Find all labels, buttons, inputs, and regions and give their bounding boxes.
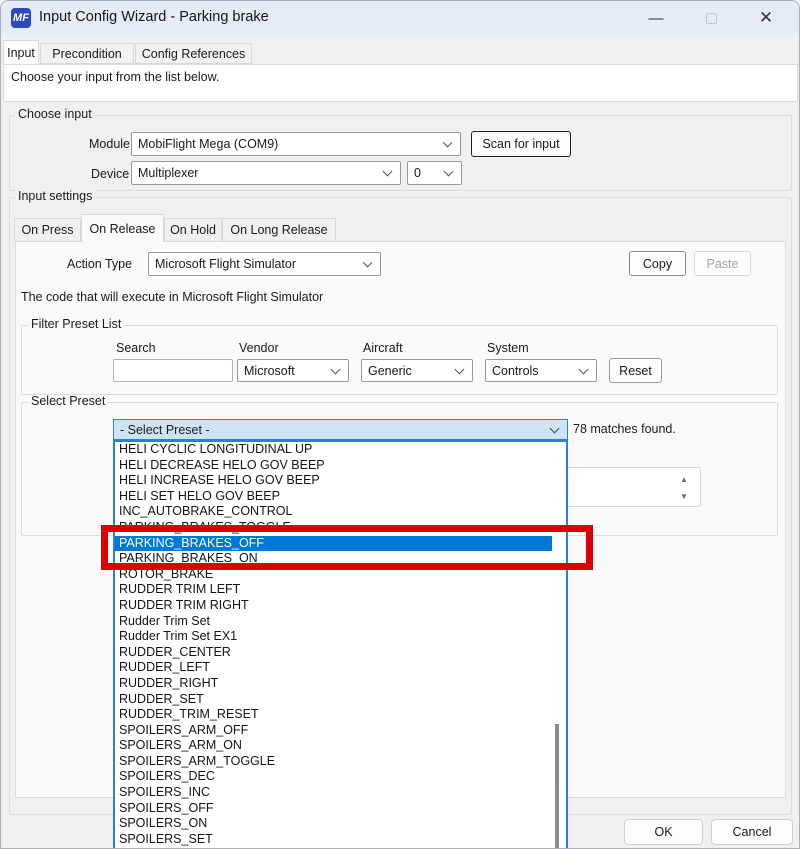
preset-item[interactable]: HELI SET HELO GOV BEEP bbox=[115, 489, 552, 505]
preset-item[interactable]: HELI DECREASE HELO GOV BEEP bbox=[115, 458, 552, 474]
device-combobox[interactable]: Multiplexer bbox=[131, 161, 401, 185]
close-icon: ✕ bbox=[759, 8, 773, 28]
select-preset-combobox[interactable]: - Select Preset - bbox=[113, 419, 568, 440]
preset-item[interactable]: SPOILERS_OFF bbox=[115, 801, 552, 817]
preset-item[interactable]: RUDDER_SET bbox=[115, 692, 552, 708]
preset-item[interactable]: Rudder Trim Set EX1 bbox=[115, 629, 552, 645]
vendor-combobox[interactable]: Microsoft bbox=[237, 359, 349, 382]
preset-item[interactable]: SPOILERS_DEC bbox=[115, 769, 552, 785]
spinner-down-icon[interactable]: ▼ bbox=[676, 488, 692, 504]
preset-item[interactable]: Rudder Trim Set bbox=[115, 614, 552, 630]
preset-item[interactable]: SPOILERS_ARM_ON bbox=[115, 738, 552, 754]
device-value: Multiplexer bbox=[138, 166, 198, 180]
preset-item[interactable]: RUDDER_CENTER bbox=[115, 645, 552, 661]
tab-input[interactable]: Input bbox=[3, 40, 39, 64]
spinner-up-icon[interactable]: ▲ bbox=[676, 471, 692, 487]
maximize-icon bbox=[706, 13, 717, 24]
mobiflight-logo-icon: MF bbox=[11, 8, 31, 28]
vendor-label: Vendor bbox=[239, 341, 279, 355]
aircraft-value: Generic bbox=[368, 364, 412, 378]
tab-on-press[interactable]: On Press bbox=[14, 218, 81, 242]
preset-dropdown-list[interactable]: HELI CYCLIC LONGITUDINAL UPHELI DECREASE… bbox=[113, 440, 568, 849]
preset-item[interactable]: RUDDER TRIM LEFT bbox=[115, 582, 552, 598]
tab-on-hold[interactable]: On Hold bbox=[164, 218, 222, 242]
chevron-down-icon bbox=[455, 364, 465, 374]
preset-item[interactable]: SPOILERS_SET bbox=[115, 832, 552, 848]
filter-preset-legend: Filter Preset List bbox=[28, 318, 124, 331]
system-value: Controls bbox=[492, 364, 539, 378]
message-panel: Choose your input from the list below. bbox=[3, 64, 798, 102]
maximize-button[interactable] bbox=[691, 3, 731, 33]
chevron-down-icon bbox=[550, 423, 560, 433]
tab-config-references[interactable]: Config References bbox=[135, 43, 252, 64]
copy-button[interactable]: Copy bbox=[629, 251, 686, 276]
chevron-down-icon bbox=[363, 258, 373, 268]
preset-item[interactable]: SPOILERS_ARM_OFF bbox=[115, 723, 552, 739]
preset-item[interactable]: RUDDER_TRIM_RESET bbox=[115, 707, 552, 723]
input-settings-legend: Input settings bbox=[15, 190, 95, 203]
device-label: Device bbox=[91, 167, 129, 181]
window-title: Input Config Wizard - Parking brake bbox=[39, 9, 269, 25]
module-label: Module bbox=[89, 137, 130, 151]
vendor-value: Microsoft bbox=[244, 364, 295, 378]
annotation-highlight-rectangle bbox=[101, 525, 593, 570]
search-label: Search bbox=[116, 341, 156, 355]
system-label: System bbox=[487, 341, 529, 355]
choose-input-legend: Choose input bbox=[15, 108, 95, 121]
scrollbar-thumb[interactable] bbox=[555, 724, 559, 849]
matches-found-text: 78 matches found. bbox=[573, 422, 676, 436]
preset-item[interactable]: SPOILERS_INC bbox=[115, 785, 552, 801]
chevron-down-icon bbox=[444, 167, 454, 177]
search-input[interactable] bbox=[113, 359, 233, 382]
tab-on-long-release[interactable]: On Long Release bbox=[222, 218, 336, 242]
preset-item[interactable]: SPOILERS_ARM_TOGGLE bbox=[115, 754, 552, 770]
reset-button[interactable]: Reset bbox=[609, 358, 662, 383]
action-type-value: Microsoft Flight Simulator bbox=[155, 257, 296, 271]
preset-item[interactable]: RUDDER_LEFT bbox=[115, 660, 552, 676]
action-type-label: Action Type bbox=[67, 257, 132, 271]
module-combobox[interactable]: MobiFlight Mega (COM9) bbox=[131, 132, 461, 156]
cancel-button[interactable]: Cancel bbox=[711, 819, 793, 845]
preset-item[interactable]: HELI CYCLIC LONGITUDINAL UP bbox=[115, 442, 552, 458]
message-text: Choose your input from the list below. bbox=[11, 70, 219, 84]
minimize-button[interactable]: — bbox=[636, 3, 676, 33]
module-value: MobiFlight Mega (COM9) bbox=[138, 137, 278, 151]
value-spinner[interactable]: ▲ ▼ bbox=[561, 467, 701, 507]
paste-button[interactable]: Paste bbox=[694, 251, 751, 276]
close-button[interactable]: ✕ bbox=[746, 3, 786, 33]
system-combobox[interactable]: Controls bbox=[485, 359, 597, 382]
input-config-wizard-window: MF Input Config Wizard - Parking brake —… bbox=[0, 0, 800, 849]
chevron-down-icon bbox=[579, 364, 589, 374]
chevron-down-icon bbox=[331, 364, 341, 374]
scan-for-input-button[interactable]: Scan for input bbox=[471, 131, 571, 157]
minimize-icon: — bbox=[649, 10, 664, 27]
action-type-combobox[interactable]: Microsoft Flight Simulator bbox=[148, 252, 381, 276]
device-number-combobox[interactable]: 0 bbox=[407, 161, 462, 185]
device-number-value: 0 bbox=[414, 166, 421, 180]
chevron-down-icon bbox=[383, 167, 393, 177]
select-preset-legend: Select Preset bbox=[28, 395, 108, 408]
aircraft-label: Aircraft bbox=[363, 341, 403, 355]
code-description: The code that will execute in Microsoft … bbox=[21, 290, 323, 304]
chevron-down-icon bbox=[443, 138, 453, 148]
select-preset-value: - Select Preset - bbox=[120, 423, 210, 437]
tab-precondition[interactable]: Precondition bbox=[40, 43, 134, 64]
preset-item[interactable]: INC_AUTOBRAKE_CONTROL bbox=[115, 504, 552, 520]
preset-item[interactable]: HELI INCREASE HELO GOV BEEP bbox=[115, 473, 552, 489]
preset-item[interactable]: SPOILERS_ON bbox=[115, 816, 552, 832]
preset-item[interactable]: RUDDER TRIM RIGHT bbox=[115, 598, 552, 614]
tab-on-release[interactable]: On Release bbox=[81, 214, 164, 242]
preset-item[interactable]: RUDDER_RIGHT bbox=[115, 676, 552, 692]
aircraft-combobox[interactable]: Generic bbox=[361, 359, 473, 382]
ok-button[interactable]: OK bbox=[624, 819, 703, 845]
